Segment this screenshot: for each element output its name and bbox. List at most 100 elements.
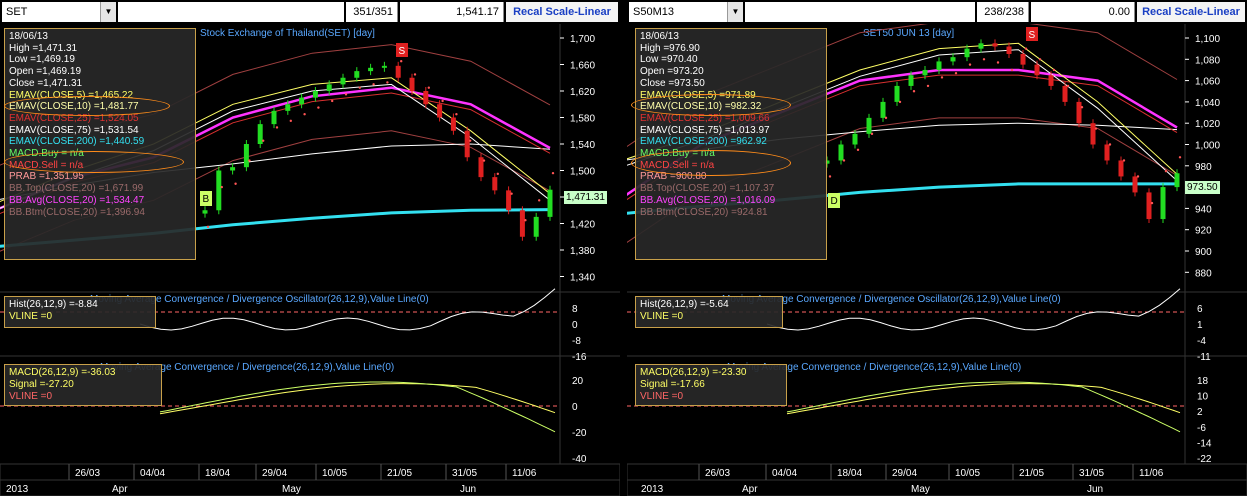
chevron-down-icon[interactable]: ▼ [100, 2, 116, 22]
chart-title: Stock Exchange of Thailand(SET) [day] [200, 28, 375, 39]
macd-tick-label: -22 [1197, 454, 1212, 465]
x-tick-label: 31/05 [452, 468, 477, 479]
candle [894, 85, 900, 102]
candle [978, 43, 984, 49]
signal-line [786, 383, 1181, 415]
prab-dot [1052, 68, 1056, 72]
candle [368, 67, 374, 72]
candle [1104, 144, 1110, 161]
highlight-oval-ema200 [4, 151, 184, 173]
y-tick-label: 1,660 [570, 61, 595, 72]
blank-field [745, 2, 975, 22]
prab-dot [1094, 127, 1098, 130]
x-tick-label: 10/05 [322, 468, 347, 479]
y-tick-label: 1,380 [570, 246, 595, 257]
toolbar: SET ▼ 351/351 1,541.17 Recal Scale-Linea… [0, 0, 620, 24]
candle [992, 43, 998, 47]
prab-dot [828, 175, 832, 178]
candle [271, 110, 277, 125]
candle [1090, 123, 1096, 145]
prab-dot [248, 159, 251, 162]
symbol-combo[interactable]: SET ▼ [2, 2, 116, 22]
legend-hist-vline: VLINE =0 [9, 311, 53, 322]
month-tick-label: Jun [1087, 484, 1103, 495]
signal-line [159, 383, 556, 415]
legend-ema200: EMAV(CLOSE,200) =1,440.59 [9, 136, 145, 148]
prab-dot [206, 225, 210, 229]
candle [409, 77, 415, 91]
prab-dot [551, 171, 555, 175]
prab-dot [954, 71, 958, 75]
legend-macd-vline: VLINE =0 [640, 391, 684, 402]
y-tick-label: 1,580 [570, 114, 595, 125]
prab-dot [441, 99, 444, 103]
legend-bb-avg: BB.Avg(CLOSE,20) =1,016.09 [640, 194, 776, 206]
prab-dot [1080, 106, 1084, 109]
last-price-label: 973.50 [1185, 181, 1220, 194]
candle [340, 77, 346, 85]
last-price-label: 1,471.31 [564, 191, 607, 204]
legend-macd-vline: VLINE =0 [9, 391, 53, 402]
prab-dot [538, 199, 541, 202]
prab-dot [856, 148, 860, 152]
sell-marker-label: S [1029, 30, 1036, 41]
y-tick-label: 1,000 [1195, 141, 1220, 152]
prab-dot [1178, 156, 1182, 159]
x-tick-label: 18/04 [837, 468, 862, 479]
prab-dot [842, 159, 846, 162]
highlight-oval-ema5 [4, 96, 170, 116]
legend-open: Open =973.20 [640, 66, 704, 78]
macd-tick-label: 2 [1197, 407, 1203, 418]
x-tick-label: 31/05 [1079, 468, 1104, 479]
candle [880, 101, 886, 118]
x-tick-label: 29/04 [892, 468, 917, 479]
candle [395, 65, 401, 78]
legend-date: 18/06/13 [640, 31, 679, 42]
macd-tick-label: -6 [1197, 423, 1206, 434]
x-tick-label: 10/05 [955, 468, 980, 479]
toolbar: S50M13 ▼ 238/238 0.00 Recal Scale-Linear [627, 0, 1247, 24]
candle [1062, 85, 1068, 102]
month-tick-label: May [911, 484, 930, 495]
hist-tick-label: 8 [572, 304, 578, 315]
x-tick-label: 26/03 [75, 468, 100, 479]
symbol-combo[interactable]: S50M13 ▼ [629, 2, 743, 22]
y-tick-label: 1,700 [570, 34, 595, 45]
candle [285, 104, 291, 111]
candle [519, 210, 525, 237]
candle [1034, 64, 1040, 76]
candle [964, 48, 970, 58]
prab-dot [220, 185, 223, 189]
candle [257, 124, 263, 144]
panel-divider [620, 0, 627, 496]
prab-dot [1010, 68, 1014, 72]
hist-tick-label: -16 [572, 352, 587, 363]
legend-close: Close =973.50 [640, 77, 705, 89]
candle [533, 216, 539, 237]
macd-tick-label: 0 [572, 402, 578, 413]
hist-legend: Hist(26,12,9) =-5.64 VLINE =0 [635, 296, 783, 328]
recal-scale-button[interactable]: Recal Scale-Linear [1137, 2, 1245, 22]
last-value: 1,541.17 [400, 2, 504, 22]
prab-dot [262, 139, 265, 142]
prab-dot [940, 76, 944, 79]
chevron-down-icon[interactable]: ▼ [727, 2, 743, 22]
candle [437, 104, 443, 118]
x-tick-label: 11/06 [512, 468, 537, 479]
recal-scale-button[interactable]: Recal Scale-Linear [506, 2, 618, 22]
legend-hist: Hist(26,12,9) =-5.64 [640, 299, 729, 310]
candle [243, 144, 249, 168]
candle [230, 167, 236, 171]
legend-bb-avg: BB.Avg(CLOSE,20) =1,534.47 [9, 194, 145, 206]
macd-legend: MACD(26,12,9) =-36.03 Signal =-27.20 VLI… [4, 364, 162, 406]
prab-dot [234, 182, 237, 185]
candle [423, 91, 429, 105]
y-tick-label: 1,020 [1195, 119, 1220, 130]
hist-tick-label: -11 [1197, 352, 1211, 363]
macd-tick-label: -40 [572, 454, 587, 465]
candle [1160, 187, 1166, 220]
last-value: 0.00 [1031, 2, 1135, 22]
prab-dot [1024, 47, 1028, 50]
buy-marker-label: D [831, 196, 838, 207]
x-tick-label: 04/04 [140, 468, 165, 479]
